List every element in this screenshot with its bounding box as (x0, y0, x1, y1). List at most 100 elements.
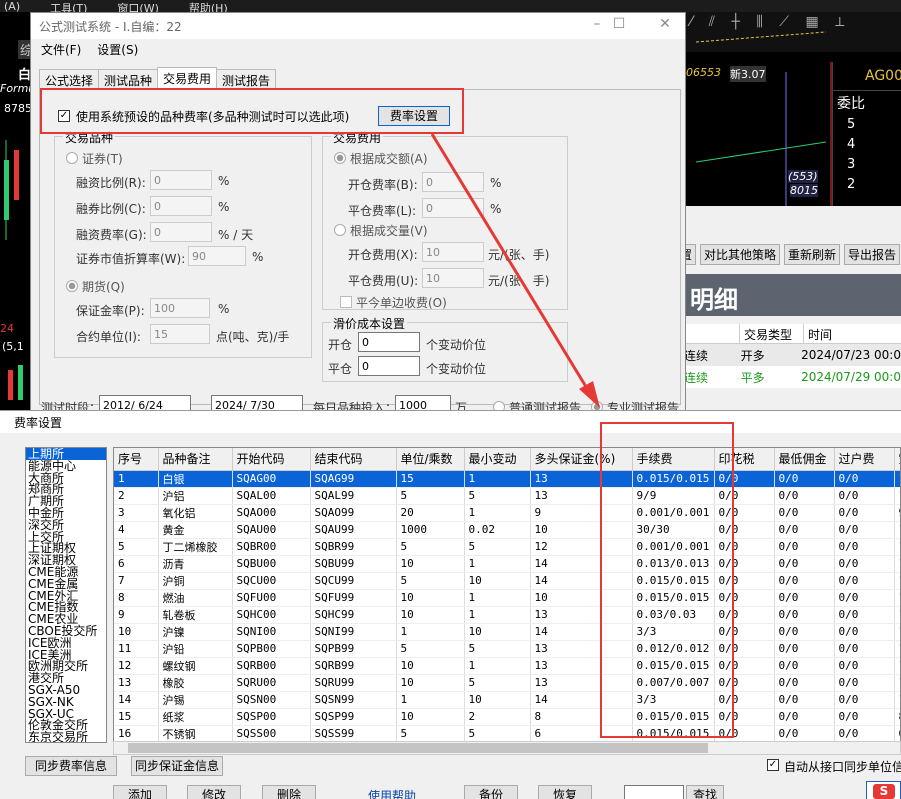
open-rate-field[interactable]: 0 (422, 172, 484, 192)
table-row[interactable]: 4黄金SQAU00SQAU9910000.021030/300/00/00/01 (114, 521, 900, 539)
table-row[interactable]: 10沪镍SQNI00SQNI99110143/30/00/00/01 (114, 623, 900, 641)
menu-item[interactable]: 窗口(W) (117, 0, 158, 12)
column-header[interactable]: 品种备注 (158, 448, 233, 471)
bg-price-label: 8785 (4, 102, 32, 115)
table-cell: 5 (464, 640, 531, 658)
table-cell: SQFU99 (310, 589, 397, 607)
tab-test-products[interactable]: 测试品种 (98, 69, 159, 89)
close-icon[interactable]: ✕ (651, 16, 679, 36)
futures-radio[interactable] (66, 280, 78, 292)
backup-button[interactable]: 备份 (464, 785, 518, 799)
add-button[interactable]: 添加 (113, 785, 167, 799)
table-row[interactable]: 1 白银 SQAG00 SQAG99 15 1 13 0.015/0.015 0/0 0/0 0/0… (114, 470, 900, 488)
table-cell: SQBU99 (310, 555, 397, 573)
deposit-rate-field[interactable]: 100 (150, 298, 210, 318)
exchange-list[interactable]: 上期所 能源中心 大商所 郑商所 广期所 中金所 深交所 上交所 上证期权 深证期权 CME能源 CM… (25, 447, 107, 743)
sync-fee-button[interactable]: 同步费率信息 (25, 756, 117, 776)
exchange-item[interactable]: CME金属 (26, 578, 106, 590)
auto-sync-checkbox[interactable]: ✓ (767, 759, 779, 771)
exchange-item[interactable]: SGX-NK (26, 696, 106, 708)
by-amount-radio[interactable] (334, 152, 346, 164)
exchange-item[interactable]: ICE欧洲 (26, 637, 106, 649)
tab-formula-select[interactable]: 公式选择 (39, 69, 100, 89)
exchange-item[interactable]: CBOE投交所 (26, 625, 106, 637)
exchange-item[interactable]: 深交所 (26, 519, 106, 531)
table-cell: 5 (396, 572, 465, 590)
open-fee-field[interactable]: 10 (422, 242, 484, 262)
table-row[interactable]: 13 橡胶 SQRU00 SQRU99 10 5 13 0.007/0.007 0/0 0/0 0/… (114, 674, 900, 692)
column-header[interactable]: 空 (894, 448, 900, 471)
table-row[interactable]: 6 沥青 SQBU00 SQBU99 10 1 14 0.013/0.013 0/0 0/0 0/0… (114, 555, 900, 573)
detail-row[interactable]: 连续 平多 2024/07/29 00:0 (676, 366, 901, 388)
fee-table[interactable]: 序号 品种备注 开始代码 结束代码 单位/乘数 最小变动 多头保证金(%) 手续费 印花税 最低佣… (113, 447, 901, 743)
menu-item[interactable]: (A) (4, 0, 20, 12)
slip-close-field[interactable]: 0 (358, 356, 420, 376)
menu-item[interactable]: 工具(T) (50, 0, 87, 12)
column-header[interactable]: 最低佣金 (774, 448, 835, 471)
refresh-button[interactable]: 重新刷新 (784, 244, 841, 265)
table-row[interactable]: 3 氧化铝 SQAO00 SQAO99 20 1 9 0.001/0.001 0/0 0/0 0/0… (114, 504, 900, 522)
close-fee-field[interactable]: 10 (422, 268, 484, 288)
short-ratio-field[interactable]: 0 (150, 196, 212, 216)
table-row[interactable]: 5 丁二烯橡胶 SQBR00 SQBR99 5 5 12 0.001/0.001 0/0 0/0 0… (114, 538, 900, 556)
table-row[interactable]: 2沪铝SQAL00SQAL9955139/90/00/00/01 (114, 487, 900, 505)
menu-settings[interactable]: 设置(S) (97, 41, 138, 58)
delete-button[interactable]: 删除 (262, 785, 316, 799)
tab-trade-fees[interactable]: 交易费用 (157, 67, 218, 89)
column-header[interactable]: 过户费 (834, 448, 895, 471)
column-header[interactable]: 结束代码 (310, 448, 397, 471)
table-cell: 0/0 (834, 640, 895, 658)
exchange-item[interactable]: SGX-A50 (26, 684, 106, 696)
close-today-checkbox[interactable] (340, 296, 352, 308)
side-title: AG00 (865, 68, 901, 84)
table-cell: 13 (114, 674, 159, 692)
search-button[interactable]: 查找 (686, 785, 724, 799)
exchange-item[interactable]: 东京交易所 (26, 731, 106, 742)
unit-label: % (490, 202, 502, 216)
unit-label: % (252, 250, 264, 264)
menu-item[interactable]: 帮助(H) (189, 0, 228, 12)
securities-radio[interactable] (66, 152, 78, 164)
horizontal-scrollbar[interactable] (113, 741, 901, 755)
market-value-rate-field[interactable]: 90 (188, 246, 246, 266)
exchange-item[interactable]: CME能源 (26, 566, 106, 578)
column-header[interactable]: 开始代码 (232, 448, 311, 471)
compare-strategy-button[interactable]: 对比其他策略 (700, 244, 781, 265)
table-cell: 1 (894, 623, 900, 641)
app-logo-icon: S (866, 781, 901, 799)
menu-file[interactable]: 文件(F) (41, 41, 81, 58)
table-row[interactable]: 12 螺纹钢 SQRB00 SQRB99 10 1 13 0.015/0.015 0/0 0/0 0… (114, 657, 900, 675)
table-row[interactable]: 9轧卷板SQHC00SQHC99101130.03/0.030/00/00/01 (114, 606, 900, 624)
close-rate-field[interactable]: 0 (422, 198, 484, 218)
slip-open-field[interactable]: 0 (358, 332, 420, 352)
exchange-item[interactable]: 能源中心 (26, 460, 106, 472)
maximize-icon[interactable]: ☐ (605, 16, 633, 36)
table-row[interactable]: 7 沪铜 SQCU00 SQCU99 5 10 14 0.015/0.015 0/0 0/0 0/0… (114, 572, 900, 590)
table-cell: 沪铝 (158, 487, 233, 505)
table-row[interactable]: 15 纸浆 SQSP00 SQSP99 10 2 8 0.015/0.015 0/0 0/0 0/0… (114, 708, 900, 726)
table-row[interactable]: 8 燃油 SQFU00 SQFU99 10 1 10 0.015/0.015 0/0 0/0 0/0… (114, 589, 900, 607)
by-volume-radio[interactable] (334, 224, 346, 236)
table-cell: 燃油 (158, 589, 233, 607)
table-cell: 纸浆 (158, 708, 233, 726)
detail-row[interactable]: 连续 开多 2024/07/23 00:0 (676, 344, 901, 366)
margin-ratio-field[interactable]: 0 (150, 170, 212, 190)
edit-button[interactable]: 修改 (187, 785, 241, 799)
export-report-button[interactable]: 导出报告 (844, 244, 901, 265)
table-cell: 1 (894, 691, 900, 709)
tab-test-report[interactable]: 测试报告 (216, 69, 277, 89)
help-link[interactable]: 使用帮助 (368, 787, 416, 799)
financing-rate-field[interactable]: 0 (150, 222, 212, 242)
table-row[interactable]: 14沪锡SQSN00SQSN99110143/30/00/00/01 (114, 691, 900, 709)
table-row[interactable]: 11 沪铅 SQPB00 SQPB99 5 5 13 0.012/0.012 0/0 0/0 0/0… (114, 640, 900, 658)
slip-open-label: 开仓 (328, 338, 353, 352)
column-header[interactable]: 单位/乘数 (396, 448, 465, 471)
sync-margin-button[interactable]: 同步保证金信息 (131, 756, 223, 776)
column-header[interactable]: 序号 (114, 448, 159, 471)
contract-unit-field[interactable]: 15 (150, 324, 210, 344)
restore-button[interactable]: 恢复 (538, 785, 592, 799)
column-header[interactable]: 最小变动 (464, 448, 531, 471)
table-row[interactable]: 16 不锈钢 SQSS00 SQSS99 5 5 6 0.015/0.015 0/0 0/0 0/0… (114, 725, 900, 742)
search-input[interactable] (624, 785, 684, 799)
exchange-item[interactable]: 中金所 (26, 507, 106, 519)
